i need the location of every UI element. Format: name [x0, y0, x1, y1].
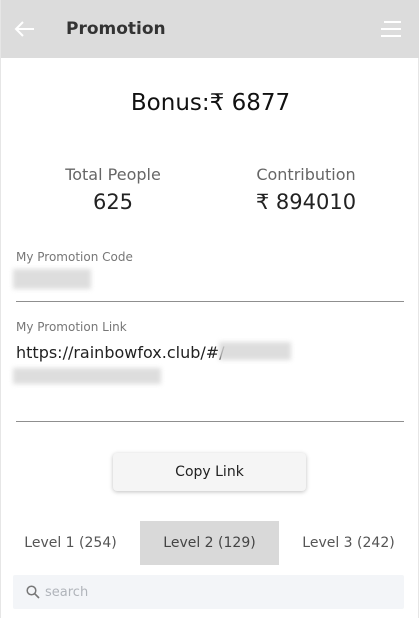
- contribution-stat: Contribution ₹ 894010: [216, 165, 396, 214]
- promotion-page: Promotion Bonus:₹ 6877 Total People 625 …: [0, 0, 419, 618]
- promotion-link-redacted-end: [219, 342, 291, 360]
- bonus-amount: Bonus:₹ 6877: [130, 90, 291, 116]
- page-title: Promotion: [66, 19, 166, 39]
- search-box: [13, 575, 404, 609]
- menu-button[interactable]: [380, 19, 402, 39]
- menu-lines-icon: [381, 21, 401, 37]
- contribution-value: ₹ 894010: [255, 190, 357, 214]
- level-tabs: Level 1 (254) Level 2 (129) Level 3 (242…: [1, 521, 419, 565]
- copy-link-button[interactable]: Copy Link: [113, 453, 306, 491]
- back-button[interactable]: [11, 15, 39, 43]
- promotion-link-url: https://rainbowfox.club/#/: [16, 343, 225, 362]
- total-people-value: 625: [92, 190, 134, 214]
- total-people-stat: Total People 625: [23, 165, 203, 214]
- tab-level-1[interactable]: Level 1 (254): [1, 521, 140, 565]
- search-icon: [26, 585, 40, 599]
- promotion-link-label: My Promotion Link: [16, 320, 127, 334]
- tab-level-2[interactable]: Level 2 (129): [140, 521, 279, 565]
- promotion-code-label: My Promotion Code: [16, 250, 133, 264]
- promotion-code-divider: [16, 301, 404, 302]
- total-people-label: Total People: [65, 165, 161, 184]
- promotion-link-redacted-line: [13, 368, 161, 384]
- tab-level-3[interactable]: Level 3 (242): [279, 521, 418, 565]
- promotion-link-divider: [16, 421, 404, 422]
- search-input[interactable]: [45, 575, 395, 609]
- arrow-left-icon: [14, 21, 34, 37]
- contribution-label: Contribution: [256, 165, 356, 184]
- header-bar: Promotion: [1, 0, 419, 58]
- promotion-code-redacted: [13, 269, 91, 289]
